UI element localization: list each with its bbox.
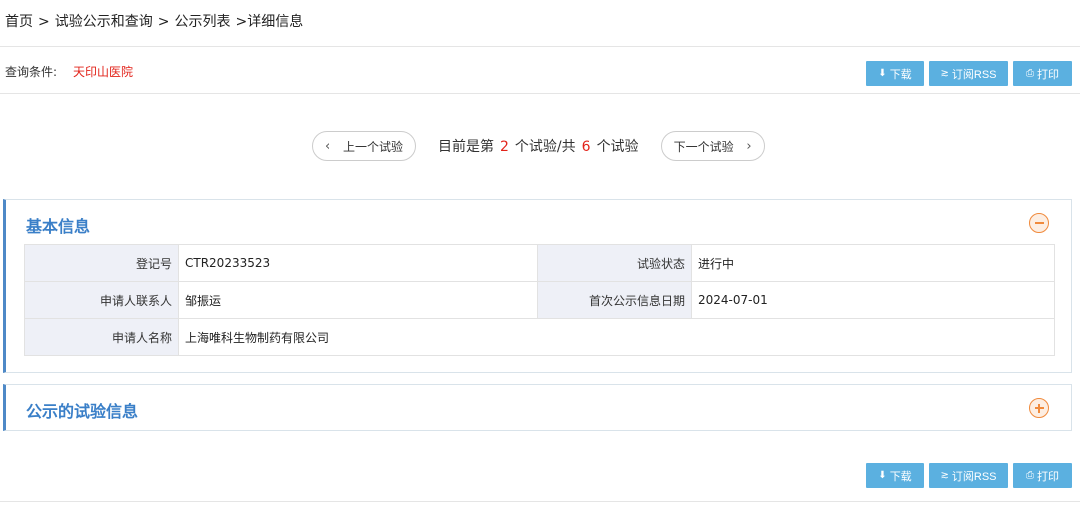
contact-value: 邹振运 — [178, 281, 538, 319]
divider — [0, 501, 1080, 502]
table-row: 申请人联系人 邹振运 首次公示信息日期 2024-07-01 — [24, 281, 1055, 319]
breadcrumb-separator: > — [157, 14, 170, 30]
breadcrumb-home[interactable]: 首页 — [5, 14, 33, 30]
table-row: 登记号 CTR20233523 试验状态 进行中 — [24, 244, 1055, 282]
breadcrumb-separator: > — [38, 14, 50, 30]
print-icon: ⎙ — [1026, 470, 1034, 481]
chevron-right-icon: › — [746, 138, 752, 154]
date-value: 2024-07-01 — [691, 281, 1055, 319]
bottom-toolbar: ⬇ 下载 ≳ 订阅RSS ⎙ 打印 — [866, 463, 1072, 488]
rss-button[interactable]: ≳ 订阅RSS — [929, 61, 1008, 86]
chevron-left-icon: ‹ — [325, 138, 331, 154]
panel-title: 基本信息 — [26, 217, 91, 236]
divider — [0, 93, 1080, 94]
divider — [0, 46, 1080, 47]
rss-icon: ≳ — [940, 470, 949, 481]
current-index: 2 — [500, 139, 509, 155]
query-condition: 查询条件: 天印山医院 — [5, 63, 133, 80]
panel-title: 公示的试验信息 — [26, 402, 139, 421]
query-value: 天印山医院 — [73, 65, 134, 79]
table-row: 申请人名称 上海唯科生物制药有限公司 — [24, 318, 1055, 356]
basic-info-table: 登记号 CTR20233523 试验状态 进行中 申请人联系人 邹振运 首次公示… — [24, 244, 1055, 356]
breadcrumb-current: 详细信息 — [247, 14, 304, 30]
next-trial-button[interactable]: 下一个试验 › — [660, 131, 765, 161]
trial-info-panel: 公示的试验信息 — [3, 384, 1072, 431]
expand-icon[interactable] — [1029, 398, 1049, 418]
reg-no-value: CTR20233523 — [178, 244, 538, 282]
status-label: 试验状态 — [537, 244, 692, 282]
date-label: 首次公示信息日期 — [537, 281, 692, 319]
reg-no-label: 登记号 — [24, 244, 179, 282]
status-value: 进行中 — [691, 244, 1055, 282]
query-label: 查询条件: — [5, 65, 58, 79]
breadcrumb-list[interactable]: 公示列表 — [174, 14, 230, 30]
rss-button[interactable]: ≳ 订阅RSS — [929, 463, 1008, 488]
breadcrumb-trials[interactable]: 试验公示和查询 — [55, 14, 153, 30]
pager-info: 目前是第 2 个试验/共 6 个试验 — [438, 139, 639, 155]
trial-pager: ‹ 上一个试验 目前是第 2 个试验/共 6 个试验 下一个试验 › — [312, 131, 765, 161]
print-button[interactable]: ⎙ 打印 — [1013, 61, 1072, 86]
total-count: 6 — [581, 139, 591, 155]
contact-label: 申请人联系人 — [24, 281, 179, 319]
download-icon: ⬇ — [878, 68, 887, 79]
top-toolbar: ⬇ 下载 ≳ 订阅RSS ⎙ 打印 — [866, 61, 1072, 86]
applicant-label: 申请人名称 — [24, 318, 179, 356]
print-icon: ⎙ — [1026, 68, 1034, 79]
download-icon: ⬇ — [878, 470, 887, 481]
basic-info-panel: 基本信息 登记号 CTR20233523 试验状态 进行中 申请人联系人 邹振运… — [3, 199, 1072, 373]
breadcrumb-separator: > — [235, 14, 248, 30]
rss-icon: ≳ — [940, 68, 949, 79]
download-button[interactable]: ⬇ 下载 — [866, 463, 924, 488]
breadcrumb: 首页 > 试验公示和查询 > 公示列表 >详细信息 — [5, 11, 303, 31]
prev-trial-button[interactable]: ‹ 上一个试验 — [312, 131, 416, 161]
print-button[interactable]: ⎙ 打印 — [1013, 463, 1072, 488]
download-button[interactable]: ⬇ 下载 — [866, 61, 924, 86]
applicant-value: 上海唯科生物制药有限公司 — [178, 318, 1055, 356]
collapse-icon[interactable] — [1029, 213, 1049, 233]
